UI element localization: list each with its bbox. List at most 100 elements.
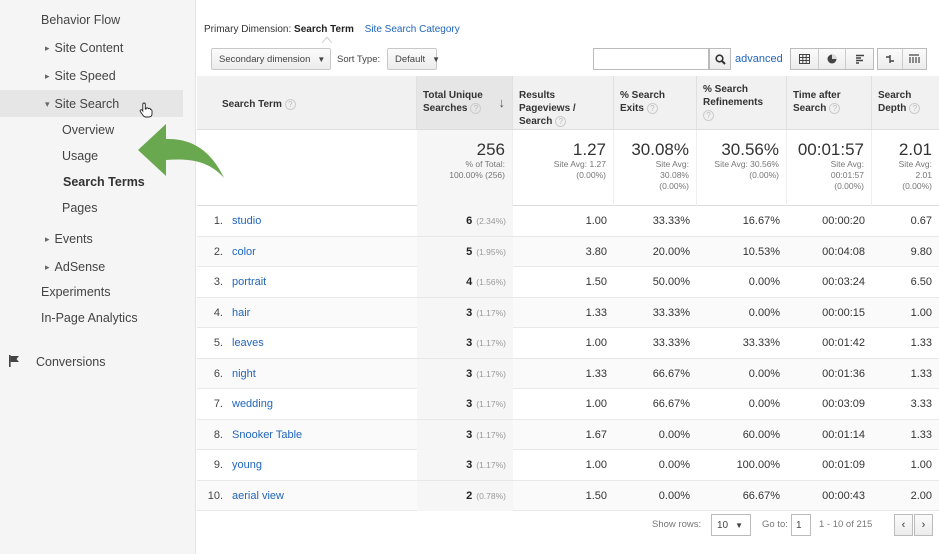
advanced-filter-link[interactable]: advanced	[735, 53, 783, 65]
unique-searches-cell: 4 (1.56%)	[417, 267, 513, 297]
nav-site-speed[interactable]: Site Speed	[45, 69, 116, 83]
nav-site-search[interactable]: Site Search	[45, 97, 120, 111]
prev-page-button[interactable]: ‹	[894, 514, 913, 536]
search-term-link[interactable]: studio	[232, 206, 412, 236]
search-term-link[interactable]: Snooker Table	[232, 420, 412, 450]
goto-input[interactable]: 1	[791, 514, 811, 536]
total-value: 30.56%	[721, 140, 779, 159]
controls-bar: Secondary dimension ▼ Sort Type: Default…	[197, 44, 939, 75]
search-refinements-cell: 0.00%	[748, 398, 780, 410]
help-icon[interactable]: ?	[829, 103, 841, 114]
header-results-pageviews-label: Results Pageviews / Search	[519, 90, 576, 127]
green-arrow-icon	[138, 124, 224, 178]
unique-searches-value: 5	[466, 245, 473, 258]
search-term-link[interactable]: aerial view	[232, 481, 412, 511]
search-depth-cell: 1.33	[910, 428, 932, 441]
time-after-search-cell: 00:03:09	[822, 398, 865, 410]
unique-searches-pct: (1.17%)	[476, 338, 506, 348]
nav-experiments[interactable]: Experiments	[41, 285, 110, 299]
next-page-button[interactable]: ›	[914, 514, 933, 536]
row-number: 3.	[213, 276, 223, 288]
chevron-left-icon: ‹	[901, 519, 906, 531]
nav-usage[interactable]: Usage	[62, 149, 98, 163]
time-after-search-cell: 00:01:42	[822, 337, 865, 349]
table-row: 5. leaves 3 (1.17%) 1.00 33.33% 33.33% 00:01:42…	[197, 328, 939, 359]
header-time-after-search[interactable]: Time after Search?	[787, 76, 872, 130]
search-exits-cell: 50.00%	[652, 276, 690, 288]
chevron-down-icon: ▼	[735, 520, 744, 530]
nav-site-content[interactable]: Site Content	[45, 41, 124, 55]
time-after-search-cell: 00:01:36	[822, 367, 865, 380]
nav-search-terms[interactable]: Search Terms	[63, 175, 145, 189]
search-term-link[interactable]: night	[232, 359, 412, 389]
table-view-button[interactable]	[791, 49, 819, 69]
total-sub: Site Avg:	[898, 159, 932, 169]
unique-searches-value: 2	[466, 489, 473, 502]
comparison-icon	[885, 55, 894, 63]
search-refinements-cell: 66.67%	[742, 489, 780, 502]
results-pageviews-cell: 1.33	[585, 367, 607, 380]
search-term-link[interactable]: color	[232, 237, 412, 267]
sort-type-select[interactable]: Default ▼	[387, 48, 440, 70]
search-refinements-cell: 10.53%	[742, 245, 780, 258]
nav-pages[interactable]: Pages	[62, 201, 97, 215]
time-after-search-cell: 00:01:14	[822, 428, 865, 441]
table-row: 7. wedding 3 (1.17%) 1.00 66.67% 0.00% 00:03:09…	[197, 389, 939, 420]
nav-in-page-analytics[interactable]: In-Page Analytics	[41, 311, 138, 325]
help-icon[interactable]: ?	[703, 110, 714, 121]
nav-conversions[interactable]: Conversions	[36, 355, 105, 369]
total-sub: 30.08%	[660, 170, 689, 180]
search-term-link[interactable]: young	[232, 450, 412, 480]
results-pageviews-cell: 1.33	[585, 306, 607, 319]
unique-searches-cell: 5 (1.95%)	[417, 236, 513, 267]
search-term-link[interactable]: wedding	[232, 389, 412, 419]
help-icon[interactable]: ?	[284, 99, 296, 110]
header-search-depth-label: Search Depth	[878, 90, 912, 114]
search-refinements-cell: 60.00%	[742, 428, 780, 441]
search-button[interactable]	[709, 48, 731, 70]
total-sub: (0.00%)	[659, 181, 689, 191]
view-type-group	[790, 48, 874, 70]
show-rows-select[interactable]: 10 ▼	[711, 514, 751, 536]
site-search-category-link[interactable]: Site Search Category	[365, 24, 460, 35]
active-tab-caret-icon	[322, 37, 332, 43]
header-total-unique-searches[interactable]: Total Unique Searches? ↓	[417, 76, 513, 130]
total-search-refinements: 30.56% Site Avg: 30.56% (0.00%)	[697, 130, 787, 206]
pivot-view-button[interactable]	[903, 49, 927, 69]
search-term-link[interactable]: hair	[232, 298, 412, 328]
unique-searches-value: 6	[466, 215, 473, 227]
search-depth-cell: 3.33	[910, 398, 932, 410]
header-search-exits[interactable]: % Search Exits?	[614, 76, 697, 130]
header-search-term[interactable]: Search Term?	[197, 76, 417, 130]
search-depth-cell: 1.33	[910, 367, 932, 380]
comparison-view-button[interactable]	[878, 49, 903, 69]
grid-icon	[798, 54, 810, 64]
nav-behavior-flow[interactable]: Behavior Flow	[41, 13, 120, 27]
header-search-refinements[interactable]: % Search Refinements?	[697, 76, 787, 130]
help-icon[interactable]: ?	[646, 103, 658, 114]
help-icon[interactable]: ?	[470, 103, 482, 114]
table-search-input[interactable]	[593, 48, 709, 70]
performance-view-button[interactable]	[846, 49, 873, 69]
header-results-pageviews[interactable]: Results Pageviews / Search?	[513, 76, 614, 130]
total-search-exits: 30.08% Site Avg: 30.08% (0.00%)	[614, 130, 697, 206]
total-sub: % of Total:	[465, 159, 505, 169]
row-number: 6.	[213, 367, 223, 380]
pie-view-button[interactable]	[819, 49, 847, 69]
nav-overview[interactable]: Overview	[62, 123, 114, 137]
pagination-bar: Show rows: 10 ▼ Go to: 1 1 - 10 of 215 ‹…	[197, 511, 939, 539]
total-sub: (0.00%)	[749, 170, 779, 180]
search-exits-cell: 66.67%	[652, 398, 690, 410]
search-term-link[interactable]: leaves	[232, 328, 412, 358]
goto-value: 1	[796, 519, 802, 531]
nav-events[interactable]: Events	[45, 232, 93, 246]
row-number: 9.	[213, 459, 223, 471]
help-icon[interactable]: ?	[555, 116, 567, 127]
total-sub: 100.00% (256)	[449, 170, 505, 180]
secondary-dimension-button[interactable]: Secondary dimension ▼	[211, 48, 331, 70]
help-icon[interactable]: ?	[909, 103, 921, 114]
search-term-link[interactable]: portrait	[232, 267, 412, 297]
header-search-depth[interactable]: Search Depth?	[872, 76, 939, 130]
nav-adsense[interactable]: AdSense	[45, 260, 106, 274]
results-pageviews-cell: 1.50	[585, 276, 607, 288]
